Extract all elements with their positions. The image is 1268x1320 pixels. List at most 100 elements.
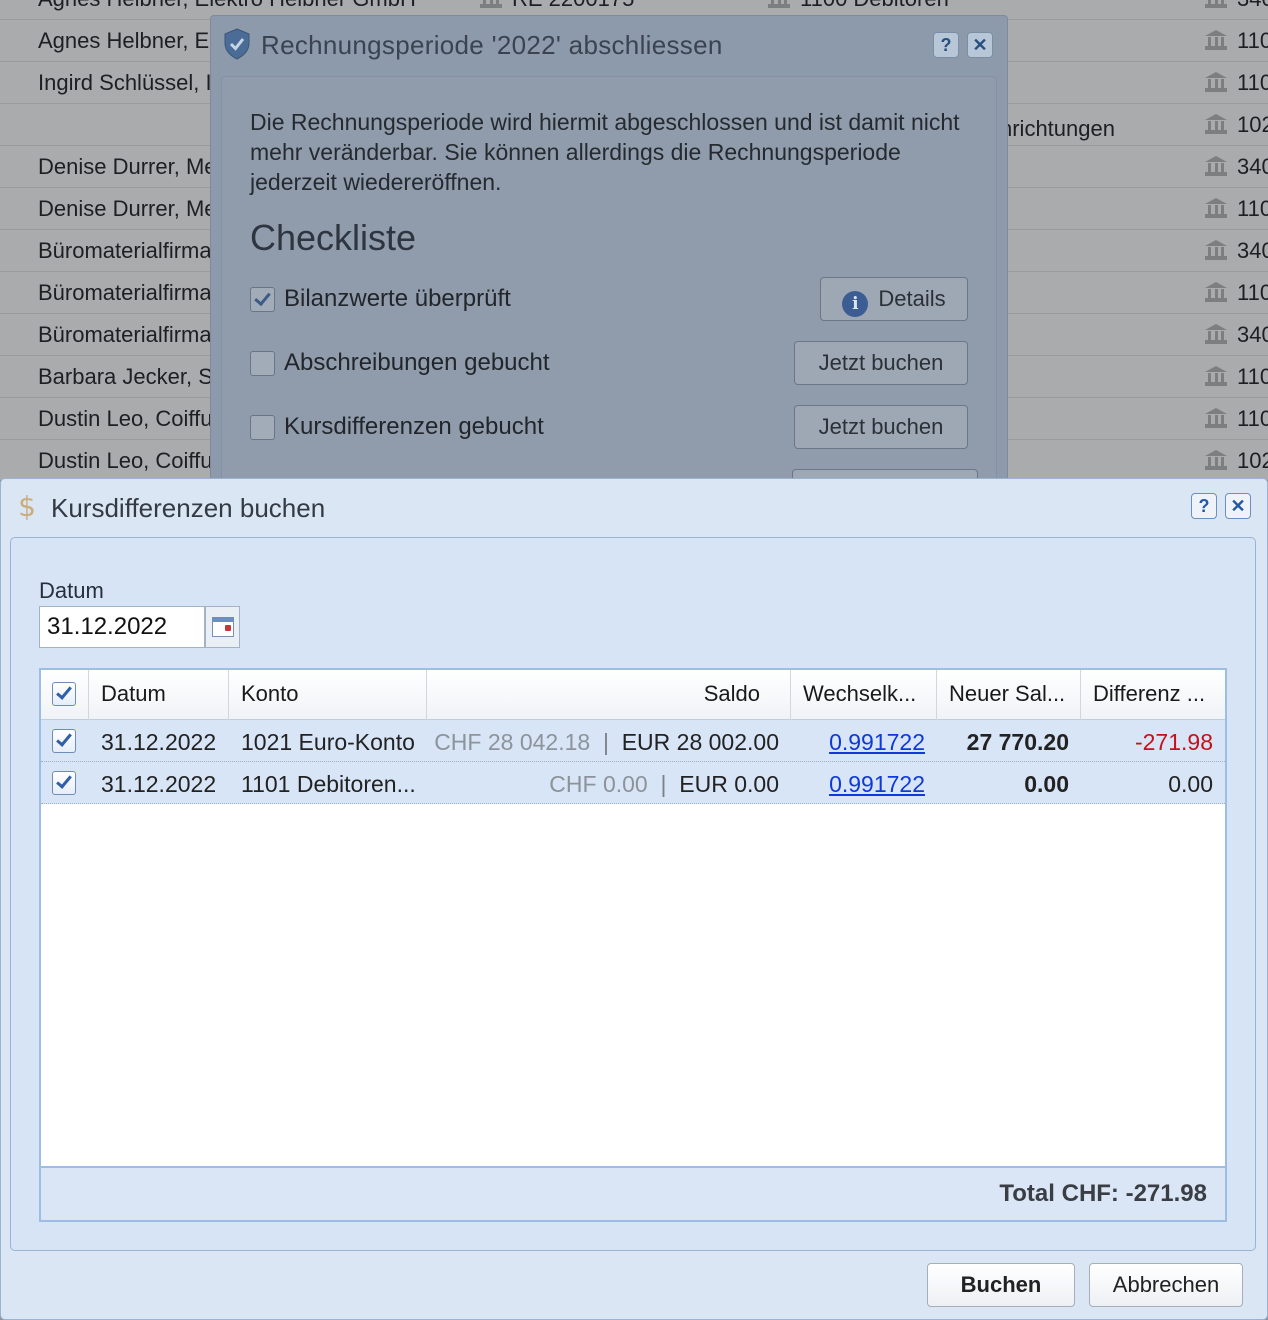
row-saldo: CHF 0.00 | EUR 0.00: [549, 771, 779, 798]
saldo-eur: EUR 28 002.00: [621, 729, 779, 755]
background-row-name: Büromaterialfirma: [38, 322, 212, 347]
background-row-extra: nrichtungen: [1000, 116, 1115, 141]
close-period-dialog: Rechnungsperiode '2022' abschliessen ? ✕…: [210, 15, 1008, 485]
column-header-konto[interactable]: Konto: [229, 670, 427, 720]
checklist-item-abschreibungen: Abschreibungen gebucht Jetzt buchen: [250, 341, 970, 385]
background-row-name: Barbara Jecker, Sl: [38, 364, 218, 389]
bank-icon: [1205, 450, 1227, 470]
checklist-item-kursdifferenzen: Kursdifferenzen gebucht Jetzt buchen: [250, 405, 970, 449]
saldo-chf: CHF 0.00: [549, 771, 648, 797]
bank-icon: [1205, 30, 1227, 50]
abschreibungen-checkbox[interactable]: [250, 351, 275, 376]
bank-icon: [1205, 114, 1227, 134]
row-account: 1101 Debitoren...: [241, 771, 416, 797]
bank-icon: [1205, 366, 1227, 386]
kursdifferenzen-label: Kursdifferenzen gebucht: [284, 413, 544, 440]
background-row-name: Ingird Schlüssel, I: [38, 70, 212, 95]
background-row-name: Dustin Leo, Coiffu: [38, 448, 213, 473]
close-period-titlebar: Rechnungsperiode '2022' abschliessen ? ✕: [211, 16, 1007, 74]
background-row-account-number: 102: [1237, 448, 1268, 473]
background-row-name: Denise Durrer, Me: [38, 154, 217, 179]
buchen-button[interactable]: Buchen: [927, 1263, 1075, 1307]
background-row-account-number: 340: [1237, 0, 1268, 12]
header-select-all: [41, 670, 89, 720]
column-header-wechselkurs[interactable]: Wechselk...: [791, 670, 937, 720]
background-row-name: Büromaterialfirma: [38, 280, 212, 305]
column-header-datum[interactable]: Datum: [89, 670, 229, 720]
book-depreciation-button[interactable]: Jetzt buchen: [794, 341, 968, 385]
bank-icon: [1205, 324, 1227, 344]
row-date: 31.12.2022: [101, 729, 217, 755]
details-button-label: Details: [878, 286, 946, 311]
checklist-heading: Checkliste: [250, 217, 417, 258]
background-row-account-number: 110: [1237, 280, 1268, 305]
table-footer: Total CHF: -271.98: [41, 1166, 1225, 1220]
help-button[interactable]: ?: [933, 32, 959, 58]
total-chf: Total CHF: -271.98: [999, 1180, 1207, 1207]
abbrechen-button[interactable]: Abbrechen: [1089, 1263, 1243, 1307]
background-row-account-number: 110: [1237, 28, 1268, 53]
date-label: Datum: [39, 578, 104, 603]
fx-dialog-titlebar: $ Kursdifferenzen buchen ? ✕: [1, 479, 1267, 535]
saldo-separator: |: [602, 729, 609, 755]
fx-dialog-panel: Datum 31.12.2022 Datum Konto Saldo Wechs…: [10, 537, 1256, 1251]
abschreibungen-label: Abschreibungen gebucht: [284, 349, 550, 376]
background-row-name: Dustin Leo, Coiffu: [38, 406, 213, 431]
info-icon: i: [842, 291, 869, 317]
fx-differences-dialog: $ Kursdifferenzen buchen ? ✕ Datum 31.12…: [0, 478, 1268, 1320]
background-row-account-number: 102: [1237, 112, 1268, 137]
row-date: 31.12.2022: [101, 771, 217, 797]
shield-check-icon: [224, 28, 250, 60]
close-button[interactable]: ✕: [1225, 493, 1251, 519]
background-row-account-number: 340: [1237, 322, 1268, 347]
calendar-button[interactable]: [205, 606, 240, 648]
row-difference: 0.00: [1168, 771, 1213, 797]
bank-icon: [1205, 240, 1227, 260]
bank-icon: [768, 0, 790, 8]
kursdifferenzen-checkbox[interactable]: [250, 415, 275, 440]
row-account: 1021 Euro-Konto: [241, 729, 415, 755]
bilanzwerte-checkbox[interactable]: [250, 287, 275, 312]
background-row-account-number: 340: [1237, 154, 1268, 179]
background-row-account-number: 110: [1237, 196, 1268, 221]
close-period-body: Die Rechnungsperiode wird hiermit abgesc…: [221, 76, 997, 484]
column-header-neuer-saldo[interactable]: Neuer Sal...: [937, 670, 1081, 720]
column-header-saldo[interactable]: Saldo: [427, 670, 791, 720]
help-button[interactable]: ?: [1191, 493, 1217, 519]
bank-icon: [1205, 72, 1227, 92]
bilanzwerte-label: Bilanzwerte überprüft: [284, 285, 511, 312]
row-new-balance: 0.00: [1024, 771, 1069, 797]
background-row-name: Büromaterialfirma: [38, 238, 212, 263]
table-header: Datum Konto Saldo Wechselk... Neuer Sal.…: [41, 670, 1225, 720]
date-field[interactable]: 31.12.2022: [39, 606, 205, 648]
background-row-name: Denise Durrer, Me: [38, 196, 217, 221]
table-row[interactable]: 31.12.2022 1021 Euro-Konto CHF 28 042.18…: [41, 720, 1225, 762]
background-row-name: Agnes Helbner, Elektro Helbner GmbH: [38, 0, 416, 12]
exchange-rate-link[interactable]: 0.991722: [829, 729, 925, 756]
saldo-separator: |: [660, 771, 667, 797]
bank-icon: [1205, 0, 1227, 8]
row-checkbox[interactable]: [52, 771, 76, 795]
background-row-name: Agnes Helbner, El: [38, 28, 215, 53]
background-row-account-number: 110: [1237, 70, 1268, 95]
row-checkbox[interactable]: [52, 729, 76, 753]
checklist-item-bilanzwerte: Bilanzwerte überprüft i Details: [250, 277, 970, 321]
intro-text: Die Rechnungsperiode wird hiermit abgesc…: [250, 109, 960, 195]
exchange-rate-link[interactable]: 0.991722: [829, 771, 925, 798]
background-row-account-number: 340: [1237, 238, 1268, 263]
row-new-balance: 27 770.20: [966, 729, 1069, 755]
column-header-differenz[interactable]: Differenz ...: [1081, 670, 1225, 720]
close-button[interactable]: ✕: [967, 32, 993, 58]
table-row[interactable]: 31.12.2022 1101 Debitoren... CHF 0.00 | …: [41, 762, 1225, 804]
select-all-checkbox[interactable]: [52, 682, 76, 706]
row-difference: -271.98: [1134, 729, 1213, 755]
book-fx-button[interactable]: Jetzt buchen: [794, 405, 968, 449]
document-icon: [480, 0, 502, 8]
background-row-account-number: 110: [1237, 364, 1268, 389]
background-row-account: 1100 Debitoren: [800, 0, 949, 12]
fx-table: Datum Konto Saldo Wechselk... Neuer Sal.…: [39, 668, 1227, 1222]
fx-dialog-title: Kursdifferenzen buchen: [51, 493, 326, 523]
bank-icon: [1205, 156, 1227, 176]
saldo-chf: CHF 28 042.18: [434, 729, 591, 755]
details-button[interactable]: i Details: [820, 277, 968, 321]
